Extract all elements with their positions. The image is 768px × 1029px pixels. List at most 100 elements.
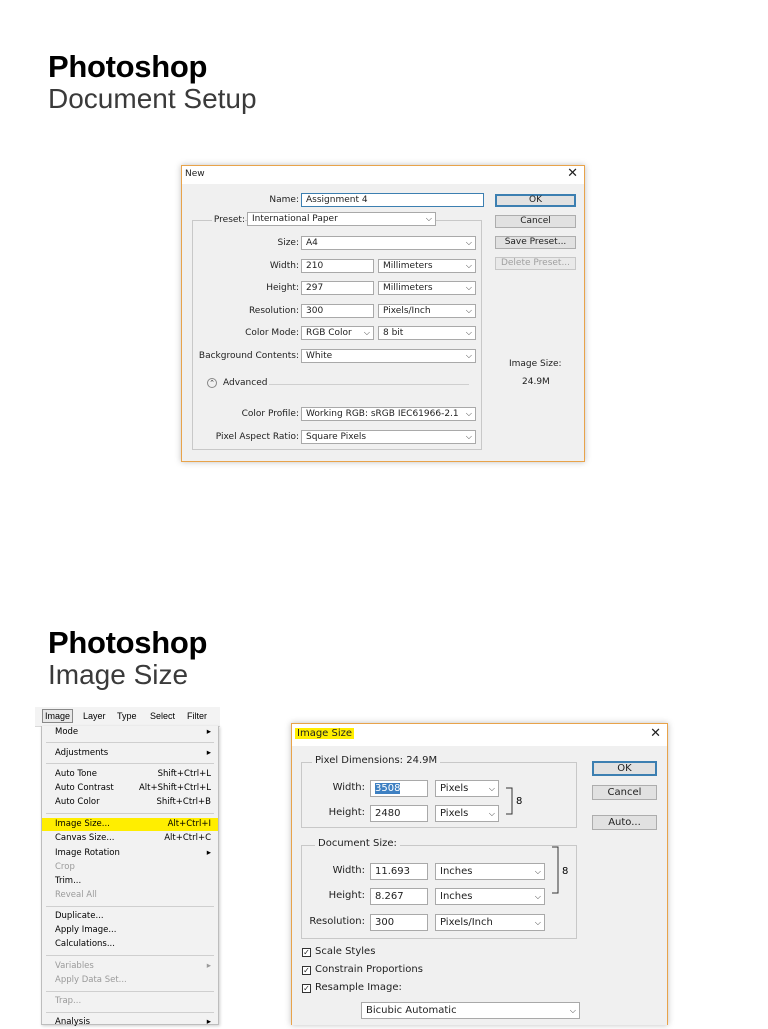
- preset-label: Preset:: [212, 215, 245, 225]
- save-preset-button[interactable]: Save Preset...: [495, 236, 576, 249]
- menu-item-calculations[interactable]: Calculations...: [42, 938, 218, 951]
- menu-item-mode[interactable]: Mode ▸: [42, 726, 218, 739]
- chevron-down-icon: ⌵: [465, 238, 472, 247]
- auto-button[interactable]: Auto...: [592, 815, 657, 830]
- menu-bar-filter[interactable]: Filter: [187, 711, 207, 721]
- chevron-down-icon: ⌵: [465, 432, 472, 441]
- width-unit-select[interactable]: Millimeters ⌵: [378, 259, 476, 273]
- width-input[interactable]: 210: [301, 259, 374, 273]
- chain-link-icon: 8: [552, 846, 568, 894]
- height-input[interactable]: 297: [301, 281, 374, 295]
- background-contents-label: Background Contents:: [198, 351, 299, 361]
- preset-value: International Paper: [252, 214, 338, 224]
- menu-item-label: Adjustments: [55, 748, 109, 758]
- width-label: Width:: [269, 261, 299, 271]
- new-document-dialog: New ✕ Name: Assignment 4 Preset: Interna…: [181, 165, 585, 462]
- section-title: Photoshop: [48, 49, 208, 84]
- ok-button[interactable]: OK: [495, 194, 576, 207]
- pixel-width-unit-select[interactable]: Pixels ⌵: [435, 780, 499, 797]
- resolution-input[interactable]: 300: [370, 914, 428, 931]
- menu-item-auto-color[interactable]: Auto Color Shift+Ctrl+B: [42, 796, 218, 809]
- menu-item-canvas-size[interactable]: Canvas Size... Alt+Ctrl+C: [42, 832, 218, 845]
- resolution-unit-value: Pixels/Inch: [440, 917, 493, 928]
- section-subtitle: Document Setup: [48, 83, 257, 114]
- pixel-aspect-select[interactable]: Square Pixels ⌵: [301, 430, 476, 444]
- resample-method-select[interactable]: Bicubic Automatic ⌵: [361, 1002, 580, 1019]
- menu-bar-select[interactable]: Select: [150, 711, 175, 721]
- menu-item-analysis[interactable]: Analysis ▸: [42, 1016, 218, 1029]
- pixel-height-unit-select[interactable]: Pixels ⌵: [435, 805, 499, 822]
- pixel-aspect-label: Pixel Aspect Ratio:: [215, 432, 299, 442]
- chevron-down-icon: ⌵: [465, 409, 472, 418]
- pixel-width-unit-value: Pixels: [440, 783, 469, 794]
- color-profile-label: Color Profile:: [241, 409, 299, 419]
- menu-separator: [46, 813, 214, 814]
- name-input[interactable]: Assignment 4: [301, 193, 484, 207]
- resolution-label: Resolution:: [248, 306, 299, 316]
- menu-item-auto-contrast[interactable]: Auto Contrast Alt+Shift+Ctrl+L: [42, 782, 218, 795]
- collapse-icon[interactable]: ⌃: [207, 378, 217, 388]
- section-heading-document-setup: Photoshop Document Setup: [48, 51, 257, 115]
- menu-separator: [46, 991, 214, 992]
- cancel-button[interactable]: Cancel: [495, 215, 576, 228]
- pixel-height-input[interactable]: 2480: [370, 805, 428, 822]
- cancel-button[interactable]: Cancel: [592, 785, 657, 800]
- pixel-width-input[interactable]: 3508: [370, 780, 428, 797]
- chevron-down-icon: ⌵: [465, 283, 472, 292]
- menu-item-trim[interactable]: Trim...: [42, 875, 218, 888]
- height-unit-select[interactable]: Millimeters ⌵: [378, 281, 476, 295]
- menu-bar-layer[interactable]: Layer: [83, 711, 106, 721]
- menu-item-label: Auto Contrast: [55, 783, 114, 793]
- doc-width-unit-select[interactable]: Inches ⌵: [435, 863, 545, 880]
- dialog-titlebar: Image Size ✕: [292, 724, 667, 746]
- bit-depth-select[interactable]: 8 bit ⌵: [378, 326, 476, 340]
- bit-depth-value: 8 bit: [383, 328, 404, 338]
- resolution-input[interactable]: 300: [301, 304, 374, 318]
- chevron-down-icon: ⌵: [465, 328, 472, 337]
- close-icon[interactable]: ✕: [567, 167, 578, 181]
- menu-item-image-size[interactable]: Image Size... Alt+Ctrl+I: [42, 818, 218, 831]
- close-icon[interactable]: ✕: [650, 727, 661, 741]
- menu-item-apply-image[interactable]: Apply Image...: [42, 924, 218, 937]
- menu-separator: [46, 742, 214, 743]
- menu-item-image-rotation[interactable]: Image Rotation ▸: [42, 847, 218, 860]
- resample-image-checkbox[interactable]: ✓: [302, 984, 311, 993]
- menu-item-label: Calculations...: [55, 939, 115, 949]
- image-menu: Mode ▸ Adjustments ▸ Auto Tone Shift+Ctrl+L…: [41, 726, 219, 1027]
- resolution-unit-select[interactable]: Pixels/Inch ⌵: [378, 304, 476, 318]
- menu-item-label: Canvas Size...: [55, 833, 115, 843]
- ok-button[interactable]: OK: [592, 761, 657, 776]
- menu-item-apply-data-set: Apply Data Set...: [42, 974, 218, 987]
- menu-item-duplicate[interactable]: Duplicate...: [42, 910, 218, 923]
- doc-height-input[interactable]: 8.267: [370, 888, 428, 905]
- pixel-height-unit-value: Pixels: [440, 808, 469, 819]
- background-contents-select[interactable]: White ⌵: [301, 349, 476, 363]
- menu-item-label: Mode: [55, 727, 79, 737]
- menu-item-auto-tone[interactable]: Auto Tone Shift+Ctrl+L: [42, 768, 218, 781]
- preset-select[interactable]: International Paper ⌵: [247, 212, 436, 226]
- constrain-proportions-checkbox[interactable]: ✓: [302, 966, 311, 975]
- menu-bar-image[interactable]: Image: [42, 709, 74, 723]
- menu-item-shortcut: Alt+Ctrl+C: [164, 833, 211, 843]
- menu-item-label: Auto Color: [55, 797, 100, 807]
- doc-height-unit-select[interactable]: Inches ⌵: [435, 888, 545, 905]
- menu-bar-type[interactable]: Type: [117, 711, 137, 721]
- color-mode-value: RGB Color: [306, 328, 352, 338]
- doc-width-unit-value: Inches: [440, 866, 473, 877]
- color-profile-select[interactable]: Working RGB: sRGB IEC61966-2.1 ⌵: [301, 407, 476, 421]
- color-mode-select[interactable]: RGB Color ⌵: [301, 326, 374, 340]
- pixel-aspect-value: Square Pixels: [306, 432, 367, 442]
- scale-styles-checkbox[interactable]: ✓: [302, 948, 311, 957]
- menu-item-label: Duplicate...: [55, 911, 104, 921]
- section-subtitle: Image Size: [48, 659, 189, 690]
- menu-item-label: Apply Image...: [55, 925, 117, 935]
- resolution-unit-select[interactable]: Pixels/Inch ⌵: [435, 914, 545, 931]
- chevron-down-icon: ⌵: [534, 918, 541, 927]
- menu-item-reveal-all: Reveal All: [42, 889, 218, 902]
- doc-width-input[interactable]: 11.693: [370, 863, 428, 880]
- menu-item-label: Trap...: [55, 996, 82, 1006]
- chevron-right-icon: ▸: [206, 848, 211, 858]
- menu-item-adjustments[interactable]: Adjustments ▸: [42, 747, 218, 760]
- size-select[interactable]: A4 ⌵: [301, 236, 476, 250]
- menu-item-label: Analysis: [55, 1017, 91, 1027]
